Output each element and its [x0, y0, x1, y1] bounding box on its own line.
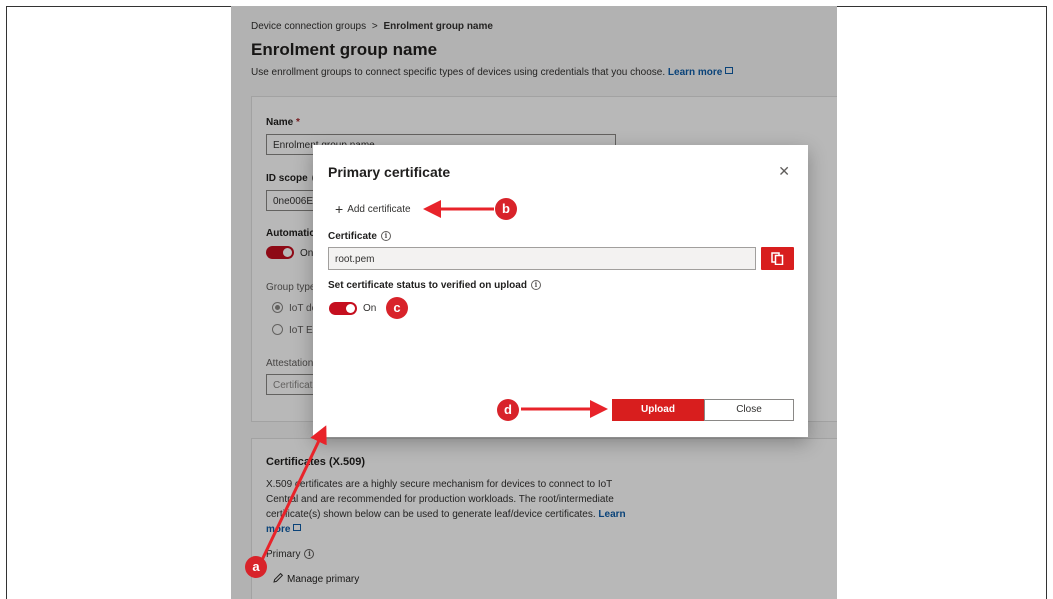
plus-icon: +	[335, 201, 344, 217]
annotation-badge-a: a	[245, 556, 267, 578]
dialog-title: Primary certificate	[328, 164, 451, 180]
close-button[interactable]: Close	[704, 399, 794, 421]
copy-icon	[771, 252, 784, 265]
copy-button[interactable]	[761, 247, 794, 270]
certificate-field[interactable]: root.pem	[328, 247, 756, 270]
info-icon: i	[380, 231, 391, 241]
annotation-badge-b: b	[495, 198, 517, 220]
verify-label: Set certificate status to verified on up…	[328, 280, 541, 291]
certificate-label: Certificate i	[328, 231, 391, 242]
verify-toggle-text: On	[363, 303, 377, 314]
annotation-badge-c: c	[386, 297, 408, 319]
annotation-badge-d: d	[497, 399, 519, 421]
verify-toggle[interactable]	[329, 302, 357, 315]
certificate-label-text: Certificate	[328, 231, 377, 242]
toggle-knob	[346, 304, 355, 313]
add-certificate-label: Add certificate	[347, 204, 411, 215]
primary-certificate-dialog: Primary certificate ✕ + Add certificate C…	[313, 145, 808, 437]
verify-label-text: Set certificate status to verified on up…	[328, 280, 527, 291]
close-icon[interactable]: ✕	[778, 163, 790, 180]
info-icon: i	[530, 280, 541, 290]
add-certificate-button[interactable]: + Add certificate	[335, 201, 411, 217]
upload-button[interactable]: Upload	[612, 399, 704, 421]
